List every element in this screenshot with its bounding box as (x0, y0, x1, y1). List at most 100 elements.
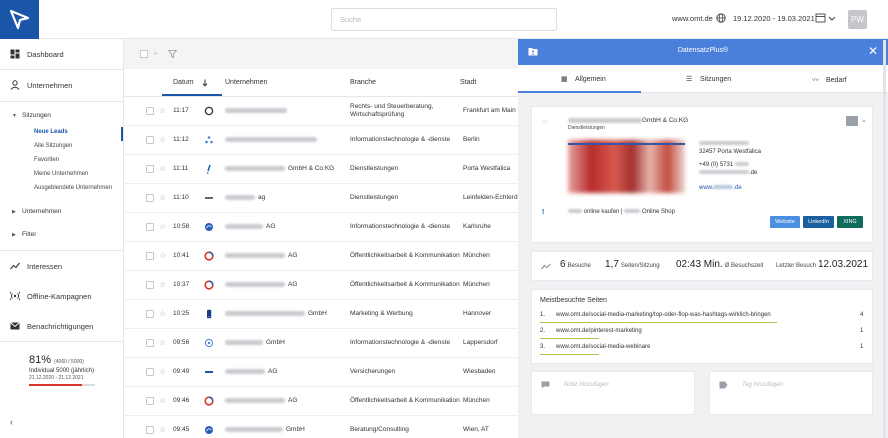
sidebar-item-all-sessions[interactable]: Alle Sitzungen (34, 143, 72, 149)
contact-card-icon[interactable] (846, 116, 858, 126)
tab-sessions[interactable]: ☰ Sitzungen (686, 75, 731, 83)
domain-selector[interactable]: www.omt.de (672, 14, 713, 23)
app-logo[interactable] (0, 0, 39, 39)
sidebar-item-hidden-companies[interactable]: Ausgeblendete Unternehmen (34, 185, 112, 191)
header-city[interactable]: Stadt (460, 79, 476, 86)
select-all-checkbox[interactable] (140, 50, 148, 58)
company-logo-icon (205, 223, 213, 231)
website-button[interactable]: Website (770, 216, 800, 228)
table-row[interactable]: ☆ 09:46 AG Öffentlichkeitsarbeit & Kommunik… (124, 387, 518, 416)
row-checkbox[interactable] (146, 252, 154, 260)
filter-icon[interactable] (168, 50, 177, 58)
sidebar-item-notifications[interactable]: Benachrichtigungen (0, 311, 124, 341)
star-icon[interactable]: ☆ (159, 164, 166, 173)
row-checkbox[interactable] (146, 194, 154, 202)
row-industry: Informationstechnologie & -dienste (350, 339, 451, 346)
star-icon[interactable]: ☆ (159, 396, 166, 405)
row-checkbox[interactable] (146, 165, 154, 173)
row-checkbox[interactable] (146, 281, 154, 289)
table-row[interactable]: ☆ 10:37 AG Öffentlichkeitsarbeit & Kommunik… (124, 271, 518, 300)
row-checkbox[interactable] (146, 339, 154, 347)
sidebar-group-filter[interactable]: ▶ Filter (12, 231, 36, 238)
row-checkbox[interactable] (146, 368, 154, 376)
email-address[interactable]: .de (699, 170, 757, 176)
blurred-company-name (225, 340, 263, 345)
star-icon[interactable]: ☆ (159, 193, 166, 202)
table-row[interactable]: ☆ 09:45 GmbH Beratung/Consulting Wien, AT (124, 416, 518, 438)
most-visited-item[interactable]: 3. www.omt.de/social-media-webinare 1 (540, 342, 866, 356)
website-link[interactable]: www. .de (699, 185, 742, 191)
blurred-company-name (225, 398, 285, 403)
quota-widget: 81% (4060 / 5000) Individual 5000 (jährl… (29, 354, 95, 386)
table-row[interactable]: ☆ 11:17 Rechts- und Steuerberatung, Wirtsc… (124, 97, 518, 126)
collapse-sidebar-icon[interactable]: ‹ (10, 417, 13, 427)
tab-label: Allgemein (575, 76, 606, 83)
sort-down-icon[interactable] (202, 79, 208, 87)
calendar-dropdown-icon[interactable] (815, 12, 837, 24)
table-row[interactable]: ☆ 10:25 GmbH Marketing & Werbung Hannover (124, 300, 518, 329)
row-checkbox[interactable] (146, 397, 154, 405)
most-visited-item[interactable]: 1. www.omt.de/social-media-marketing/top-… (540, 310, 866, 324)
row-industry: Dienstleistungen (350, 165, 399, 172)
star-icon[interactable]: ☆ (542, 118, 548, 126)
sidebar-item-interests[interactable]: Interessen (0, 251, 124, 281)
table-row[interactable]: ☆ 10:41 AG Öffentlichkeitsarbeit & Kommunik… (124, 242, 518, 271)
sidebar-item-my-companies[interactable]: Meine Unternehmen (34, 171, 88, 177)
table-row[interactable]: ☆ 09:49 AG Versicherungen Wiesbaden (124, 358, 518, 387)
note-input[interactable]: Notiz hinzufügen (531, 371, 695, 415)
star-icon[interactable]: ☆ (159, 222, 166, 231)
row-checkbox[interactable] (146, 426, 154, 434)
header-industry[interactable]: Branche (350, 79, 376, 86)
sidebar-group-companies[interactable]: ▶ Unternehmen (12, 208, 61, 215)
sidebar-item-dashboard[interactable]: Dashboard (0, 39, 124, 69)
star-icon[interactable]: ☆ (159, 309, 166, 318)
star-icon[interactable]: ☆ (159, 425, 166, 434)
tab-demand[interactable]: 〰 Bedarf (812, 75, 847, 85)
row-checkbox[interactable] (146, 136, 154, 144)
quota-range: 21.12.2020 - 21.12.2021 (29, 375, 84, 381)
row-checkbox[interactable] (146, 310, 154, 318)
row-checkbox[interactable] (146, 107, 154, 115)
row-city: Frankfurt am Main (463, 107, 516, 114)
sidebar-item-offline-campaigns[interactable]: Offline-Kampagnen (0, 281, 124, 311)
star-icon[interactable]: ☆ (159, 367, 166, 376)
star-icon[interactable]: ☆ (159, 338, 166, 347)
item-url[interactable]: www.omt.de/pinterest-marketing (556, 328, 642, 334)
caret-down-icon: ▼ (12, 113, 17, 119)
item-share-bar (540, 338, 599, 339)
star-icon[interactable]: ☆ (159, 251, 166, 260)
item-url[interactable]: www.omt.de/social-media-marketing/top-od… (556, 312, 771, 318)
sidebar-item-new-leads[interactable]: Neue Leads (34, 129, 68, 135)
scrollbar[interactable] (883, 40, 886, 438)
date-range[interactable]: 19.12.2020 - 19.03.2021 (733, 14, 815, 23)
tag-input[interactable]: Tag hinzufügen (709, 371, 873, 415)
chevron-down-icon[interactable]: ⌄ (861, 116, 867, 124)
trend-line-icon: 〰 (812, 77, 819, 84)
table-row[interactable]: ☆ 10:58 AG Informationstechnologie & -diens… (124, 213, 518, 242)
star-icon[interactable]: ☆ (159, 106, 166, 115)
item-url[interactable]: www.omt.de/social-media-webinare (556, 344, 650, 350)
chevron-down-icon[interactable]: ⌄ (153, 49, 158, 56)
most-visited-item[interactable]: 2. www.omt.de/pinterest-marketing 1 (540, 326, 866, 340)
table-row[interactable]: ☆ 11:10 ag Dienstleistungen Leinfelden-Echte… (124, 184, 518, 213)
search-input[interactable]: Suche (331, 8, 557, 31)
globe-icon[interactable] (716, 13, 726, 23)
table-row[interactable]: ☆ 11:11 GmbH & Co.KG Dienstleistungen Porta … (124, 155, 518, 184)
table-row[interactable]: ☆ 09:56 GmbH Informationstechnologie & -die… (124, 329, 518, 358)
table-row[interactable]: ☆ 11:12 Informationstechnologie & -dienste… (124, 126, 518, 155)
header-date[interactable]: Datum (173, 79, 194, 86)
sidebar-group-sessions[interactable]: ▼ Sitzungen (12, 112, 51, 119)
xing-button[interactable]: XING (837, 216, 863, 228)
linkedin-button[interactable]: LinkedIn (803, 216, 834, 228)
user-avatar[interactable]: PW (848, 10, 867, 29)
header-company[interactable]: Unternehmen (225, 79, 267, 86)
tab-general[interactable]: ▦ Allgemein (561, 75, 606, 83)
sidebar-item-companies[interactable]: Unternehmen (0, 70, 124, 100)
star-icon[interactable]: ☆ (159, 280, 166, 289)
star-icon[interactable]: ☆ (159, 135, 166, 144)
close-icon[interactable]: ✕ (868, 44, 878, 58)
row-checkbox[interactable] (146, 223, 154, 231)
sidebar-item-favorites[interactable]: Favoriten (34, 157, 59, 163)
blurred-company-name (225, 282, 285, 287)
divider (0, 101, 124, 102)
